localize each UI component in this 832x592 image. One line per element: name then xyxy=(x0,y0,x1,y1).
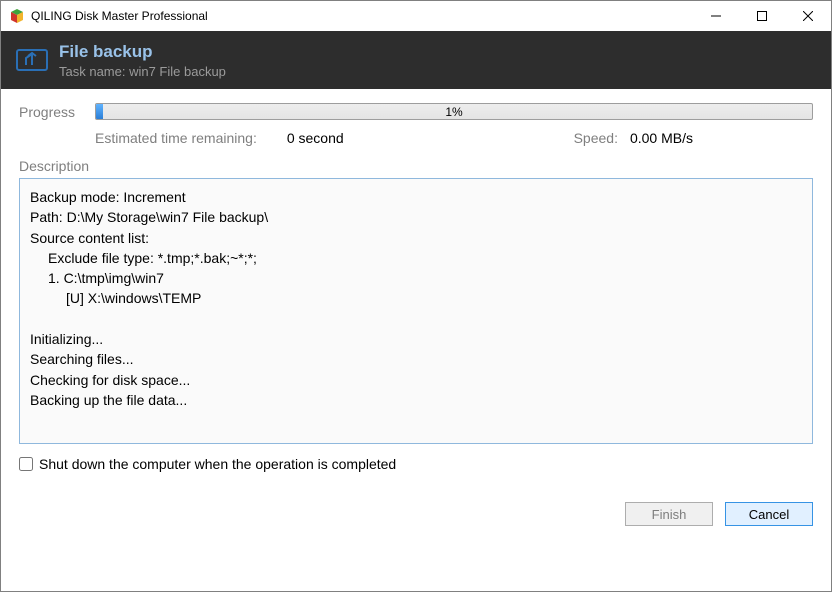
log-line: Backup mode: Increment xyxy=(30,187,802,207)
log-line: Path: D:\My Storage\win7 File backup\ xyxy=(30,207,802,227)
estimated-value: 0 second xyxy=(287,130,344,146)
bottom: Shut down the computer when the operatio… xyxy=(19,444,813,540)
finish-button[interactable]: Finish xyxy=(625,502,713,526)
maximize-button[interactable] xyxy=(739,1,785,31)
progress-row: Progress 1% xyxy=(19,103,813,120)
progress-percent: 1% xyxy=(96,104,812,119)
log-line: Initializing... xyxy=(30,329,802,349)
button-row: Finish Cancel xyxy=(19,502,813,540)
log-line: Source content list: xyxy=(30,228,802,248)
progress-label: Progress xyxy=(19,104,95,120)
content: Progress 1% Estimated time remaining: 0 … xyxy=(1,89,831,591)
description-box: Backup mode: Increment Path: D:\My Stora… xyxy=(19,178,813,444)
close-button[interactable] xyxy=(785,1,831,31)
log-line: [U] X:\windows\TEMP xyxy=(30,288,802,308)
stats-row: Estimated time remaining: 0 second Speed… xyxy=(95,130,813,146)
app-icon xyxy=(9,8,25,24)
header: File backup Task name: win7 File backup xyxy=(1,31,831,89)
speed-value: 0.00 MB/s xyxy=(630,130,693,146)
cancel-button[interactable]: Cancel xyxy=(725,502,813,526)
log-line: Checking for disk space... xyxy=(30,370,802,390)
header-text: File backup Task name: win7 File backup xyxy=(59,42,226,79)
log-blank xyxy=(30,309,802,329)
window-title: QILING Disk Master Professional xyxy=(31,9,208,23)
speed-label: Speed: xyxy=(574,130,618,146)
titlebar: QILING Disk Master Professional xyxy=(1,1,831,31)
header-title: File backup xyxy=(59,42,226,62)
log-line: 1. C:\tmp\img\win7 xyxy=(30,268,802,288)
shutdown-label: Shut down the computer when the operatio… xyxy=(39,456,396,472)
progress-bar: 1% xyxy=(95,103,813,120)
window-controls xyxy=(693,1,831,31)
log-line: Searching files... xyxy=(30,349,802,369)
header-subtitle: Task name: win7 File backup xyxy=(59,64,226,79)
log-line: Exclude file type: *.tmp;*.bak;~*;*; xyxy=(30,248,802,268)
backup-icon xyxy=(15,43,49,77)
shutdown-checkbox[interactable] xyxy=(19,457,33,471)
shutdown-checkbox-row[interactable]: Shut down the computer when the operatio… xyxy=(19,456,813,472)
estimated-label: Estimated time remaining: xyxy=(95,130,257,146)
log-line: Backing up the file data... xyxy=(30,390,802,410)
description-label: Description xyxy=(19,158,813,174)
minimize-button[interactable] xyxy=(693,1,739,31)
